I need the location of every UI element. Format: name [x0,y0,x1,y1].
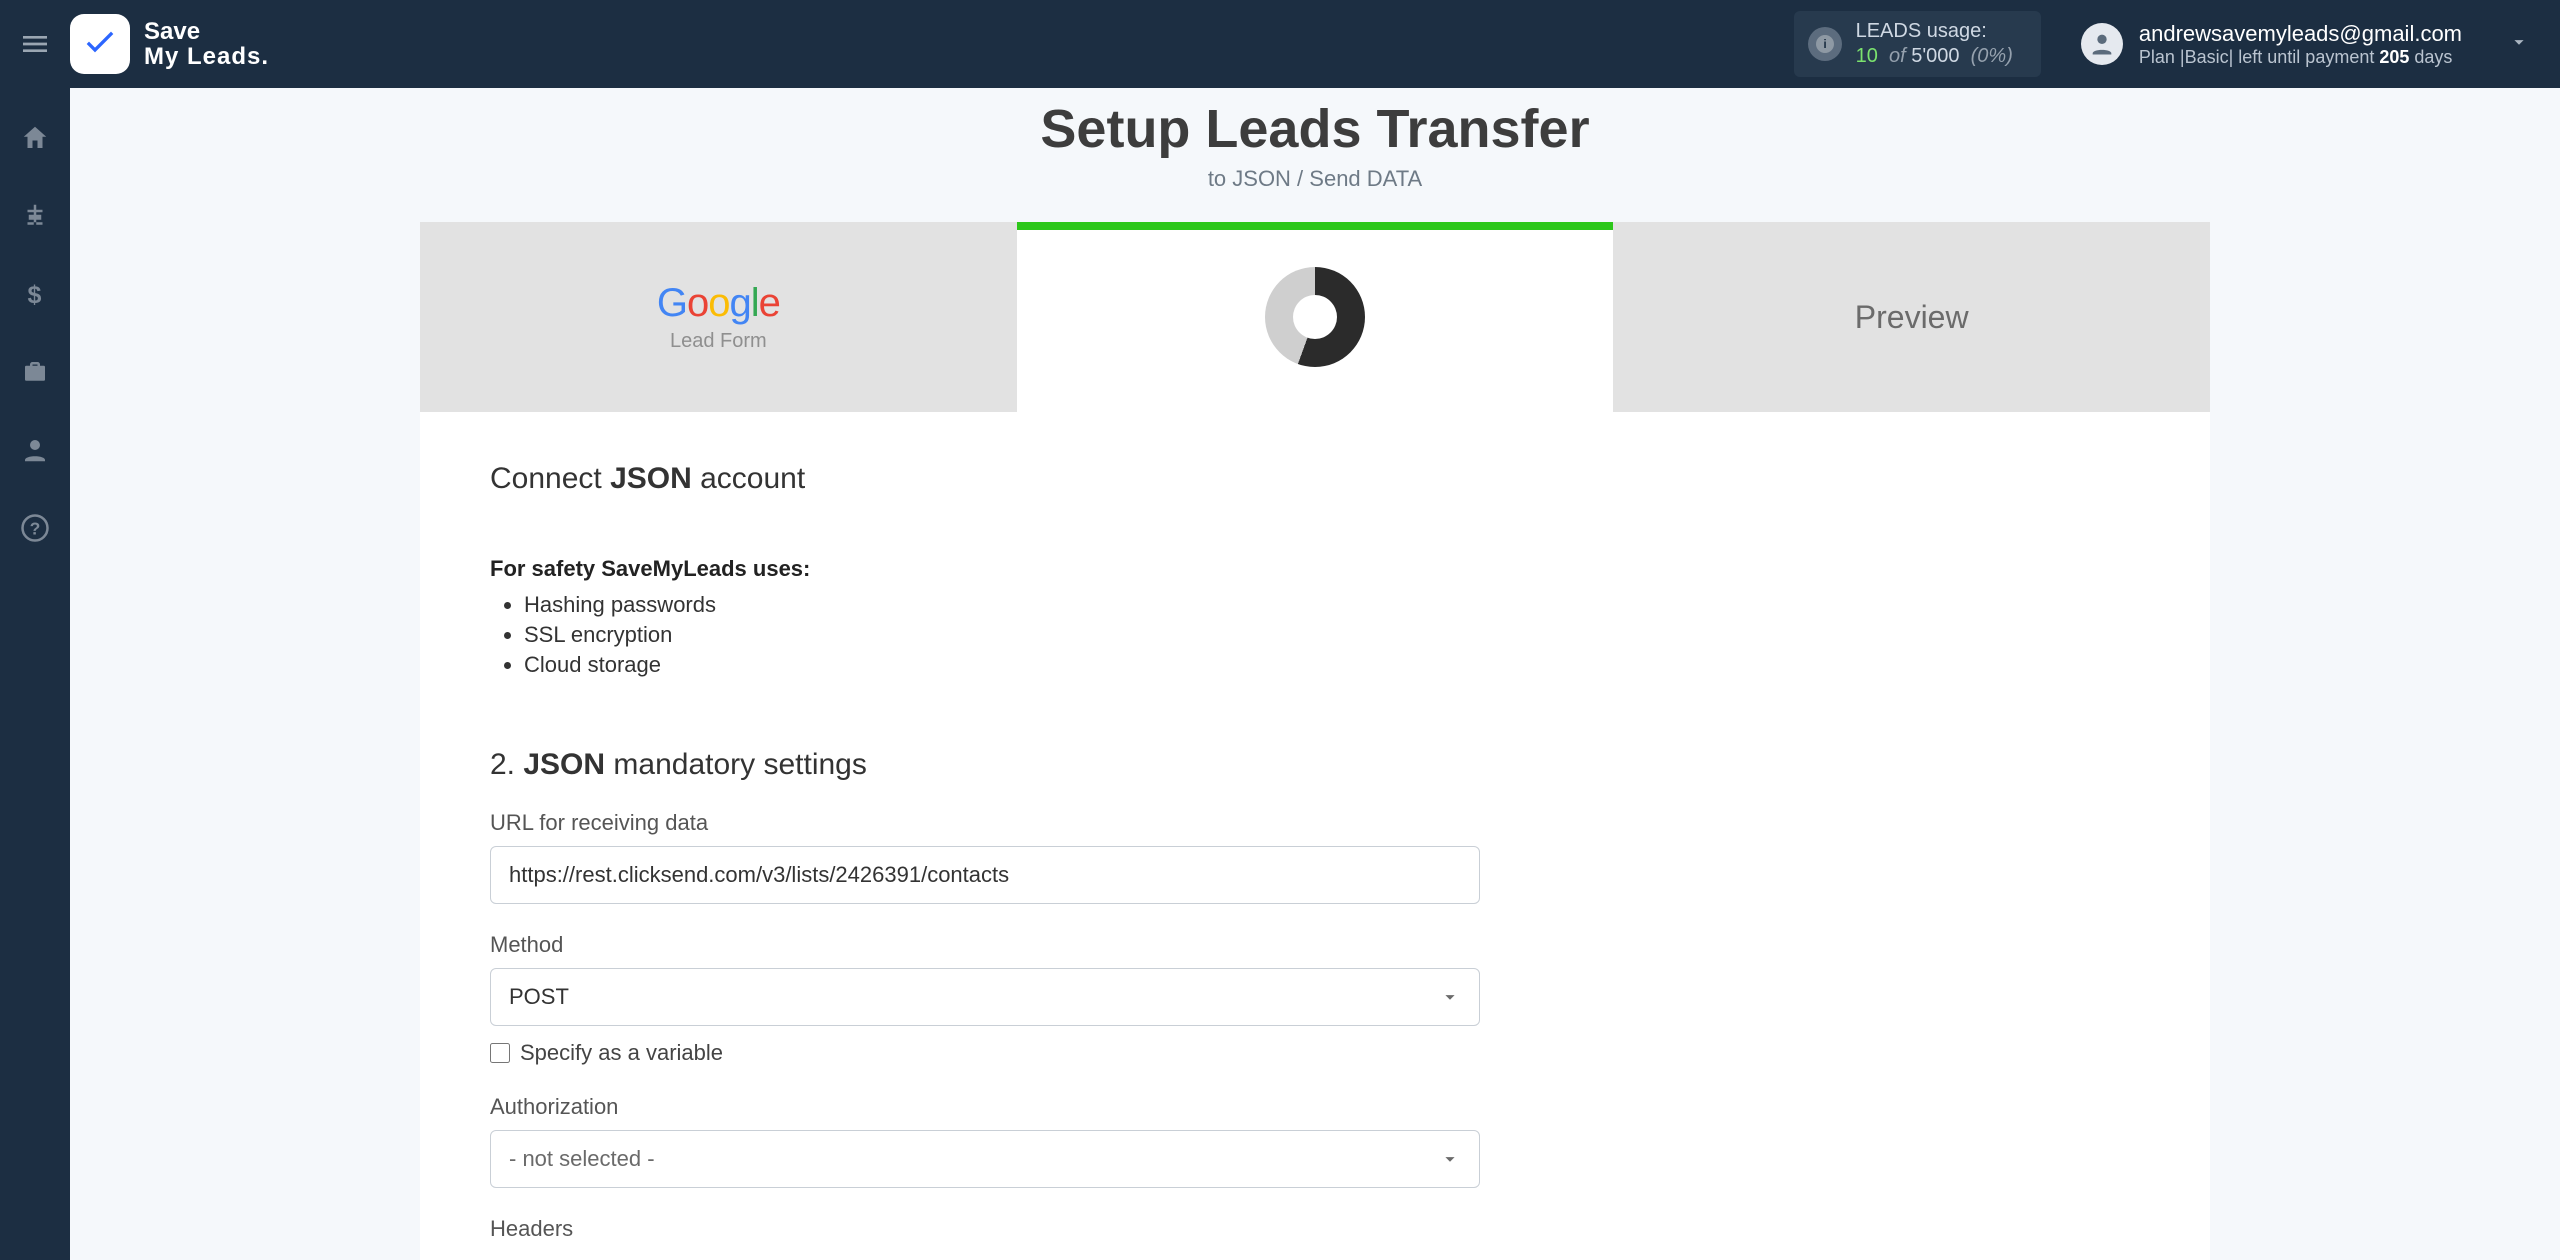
info-icon: i [1808,27,1842,61]
svg-text:$: $ [28,281,42,309]
usage-label: LEADS usage: [1856,19,2013,44]
nav-integrations[interactable] [0,196,70,236]
hamburger-menu-button[interactable] [0,0,70,88]
safety-heading: For safety SaveMyLeads uses: [490,556,2140,582]
auth-label: Authorization [490,1094,1480,1120]
specify-variable-checkbox[interactable] [490,1043,510,1063]
tab-preview[interactable]: Preview [1613,222,2210,412]
auth-select[interactable]: - not selected - [490,1130,1480,1188]
method-select[interactable]: POST [490,968,1480,1026]
nav-profile[interactable] [0,430,70,470]
url-input-wrap [490,846,1480,904]
tab-preview-label: Preview [1855,299,1969,336]
headers-label: Headers [490,1216,1480,1242]
google-logo: Google [657,281,780,326]
list-item: SSL encryption [524,622,2140,648]
account-dropdown-toggle[interactable] [2508,31,2530,58]
account-plan: Plan |Basic| left until payment 205 days [2139,47,2462,68]
chevron-down-icon [2508,31,2530,53]
specify-variable-label: Specify as a variable [520,1040,723,1066]
nav-billing[interactable]: $ [0,274,70,314]
brand-logo [70,14,130,74]
topbar: Save My Leads. i LEADS usage: 10 of 5'00… [0,0,2560,88]
svg-text:?: ? [30,518,41,538]
wizard-tabs: Google Lead Form Preview [420,222,2210,412]
tab-source[interactable]: Google Lead Form [420,222,1017,412]
account-block[interactable]: andrewsavemyleads@gmail.com Plan |Basic|… [2081,21,2530,68]
home-icon [20,123,50,153]
connect-heading: Connect JSON account [490,462,2140,496]
url-label: URL for receiving data [490,810,1480,836]
check-icon [80,24,120,64]
account-email: andrewsavemyleads@gmail.com [2139,21,2462,47]
menu-icon [19,28,51,60]
side-nav: $ ? [0,88,70,1260]
sitemap-icon [20,201,50,231]
main-content: Setup Leads Transfer to JSON / Send DATA… [70,88,2560,1260]
page-title: Setup Leads Transfer [70,98,2560,160]
specify-variable-row[interactable]: Specify as a variable [490,1040,1480,1066]
nav-help[interactable]: ? [0,508,70,548]
list-item: Cloud storage [524,652,2140,678]
chevron-down-icon [1439,986,1461,1008]
settings-panel: Connect JSON account For safety SaveMyLe… [420,412,2210,1260]
list-item: Hashing passwords [524,592,2140,618]
tab-destination[interactable] [1017,222,1614,412]
safety-list: Hashing passwords SSL encryption Cloud s… [490,592,2140,678]
brand-name: Save My Leads. [144,19,269,69]
user-icon [20,435,50,465]
dollar-icon: $ [20,279,50,309]
page-subtitle: to JSON / Send DATA [70,166,2560,192]
mandatory-heading: 2. JSON mandatory settings [490,748,2140,782]
method-label: Method [490,932,1480,958]
svg-text:i: i [1823,37,1826,51]
avatar-icon [2081,23,2123,65]
usage-values: 10 of 5'000 (0%) [1856,44,2013,69]
leads-usage-box: i LEADS usage: 10 of 5'000 (0%) [1794,11,2041,77]
url-input[interactable] [509,862,1461,888]
method-value: POST [509,984,569,1010]
json-logo-icon [1265,267,1365,367]
briefcase-icon [20,357,50,387]
nav-home[interactable] [0,118,70,158]
nav-briefcase[interactable] [0,352,70,392]
help-icon: ? [20,513,50,543]
auth-value: - not selected - [509,1146,655,1172]
chevron-down-icon [1439,1148,1461,1170]
google-sub: Lead Form [670,330,767,353]
